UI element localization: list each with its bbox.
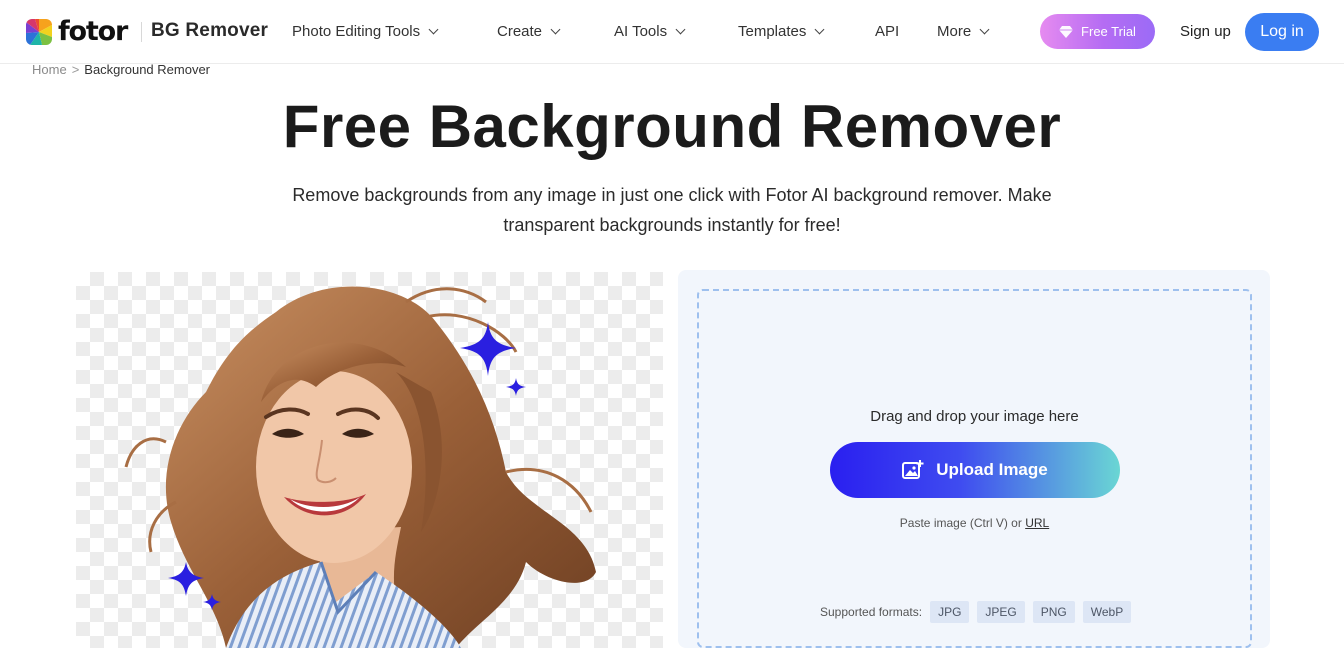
image-upload-icon <box>902 460 924 479</box>
nav-label: API <box>875 23 900 40</box>
paste-hint-text: Paste image (Ctrl V) or <box>899 516 1022 530</box>
format-badge-webp: WebP <box>1082 601 1132 623</box>
fotor-logo[interactable]: fotor <box>26 16 128 47</box>
nav-templates[interactable]: Templates <box>738 23 825 40</box>
nav-more[interactable]: More <box>937 23 990 40</box>
nav-photo-editing-tools[interactable]: Photo Editing Tools <box>292 23 439 40</box>
upload-image-button[interactable]: Upload Image <box>830 442 1120 498</box>
nav-label: More <box>937 23 972 40</box>
drag-drop-text: Drag and drop your image here <box>870 408 1079 425</box>
format-badge-jpeg: JPEG <box>977 601 1025 623</box>
url-link[interactable]: URL <box>1025 516 1049 530</box>
nav-label: Photo Editing Tools <box>292 23 421 40</box>
product-name[interactable]: BG Remover <box>151 20 268 42</box>
nav-label: AI Tools <box>614 23 668 40</box>
paste-hint: Paste image (Ctrl V) or URL <box>699 516 1250 530</box>
nav-api[interactable]: API <box>875 23 899 40</box>
upload-image-label: Upload Image <box>936 460 1048 479</box>
diamond-icon <box>1059 25 1074 38</box>
breadcrumb-current: Background Remover <box>84 62 211 77</box>
demo-image-panel <box>76 272 663 648</box>
chevron-down-icon <box>979 24 990 35</box>
sparkle-icon <box>460 322 516 376</box>
chevron-down-icon <box>675 24 686 35</box>
subtitle-line-1: Remove backgrounds from any image in jus… <box>292 185 1052 205</box>
format-badge-png: PNG <box>1032 601 1075 623</box>
fotor-logo-icon <box>26 19 52 45</box>
logo-wordmark: fotor <box>58 16 128 47</box>
free-trial-button[interactable]: Free Trial <box>1040 14 1155 49</box>
breadcrumb: Home > Background Remover <box>32 62 210 77</box>
sparkle-icon <box>506 378 526 396</box>
logo-divider <box>141 22 142 42</box>
free-trial-label: Free Trial <box>1081 24 1136 39</box>
subtitle-line-2: transparent backgrounds instantly for fr… <box>503 215 841 235</box>
nav-create[interactable]: Create <box>497 23 561 40</box>
page-title: Free Background Remover <box>282 93 1062 160</box>
nav-label: Templates <box>738 23 807 40</box>
breadcrumb-separator: > <box>71 62 80 77</box>
chevron-down-icon <box>428 24 439 35</box>
page-subtitle: Remove backgrounds from any image in jus… <box>222 180 1122 240</box>
format-badge-jpg: JPG <box>930 601 970 623</box>
breadcrumb-home[interactable]: Home <box>32 62 67 77</box>
nav-label: Create <box>497 23 543 40</box>
upload-dropzone[interactable]: Drag and drop your image here Upload Ima… <box>697 289 1252 648</box>
chevron-down-icon <box>814 24 825 35</box>
nav-ai-tools[interactable]: AI Tools <box>614 23 686 40</box>
chevron-down-icon <box>550 24 561 35</box>
upload-panel: Drag and drop your image here Upload Ima… <box>678 270 1270 648</box>
log-in-button[interactable]: Log in <box>1245 13 1319 51</box>
sign-up-link[interactable]: Sign up <box>1180 23 1231 40</box>
supported-formats: Supported formats: JPG JPEG PNG WebP <box>820 601 1132 623</box>
demo-portrait-image <box>124 286 596 648</box>
top-navigation-bar: fotor BG Remover Photo Editing Tools Cre… <box>0 0 1344 64</box>
formats-label: Supported formats: <box>820 605 923 619</box>
